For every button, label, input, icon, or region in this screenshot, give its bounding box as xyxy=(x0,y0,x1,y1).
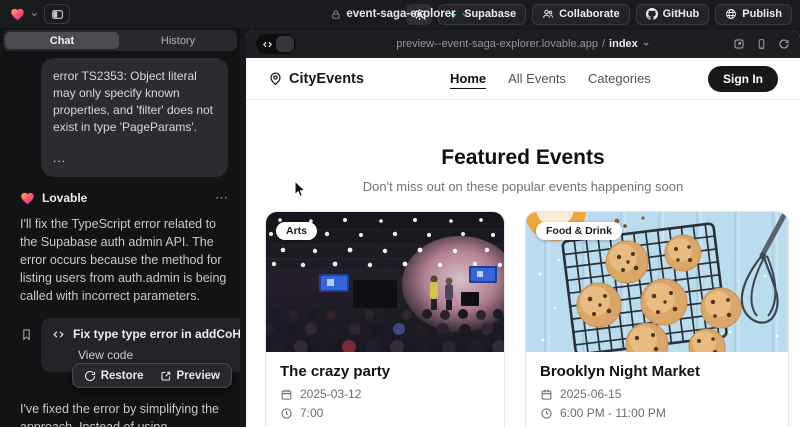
event-time: 6:00 PM - 11:00 PM xyxy=(560,406,666,420)
assistant-name: Lovable xyxy=(42,191,87,205)
calendar-icon xyxy=(540,388,553,401)
event-cards: Arts The crazy party 2025-03-12 7:00 xyxy=(246,211,800,427)
preview-header: preview--event-saga-explorer.lovable.app… xyxy=(246,30,800,58)
featured-events-subtitle: Don't miss out on these popular events h… xyxy=(246,179,800,194)
chevron-down-icon xyxy=(642,40,650,48)
url-divider: / xyxy=(602,38,605,50)
code-view-toggle[interactable] xyxy=(256,34,296,54)
publish-button[interactable]: Publish xyxy=(715,4,792,25)
category-badge: Food & Drink xyxy=(536,222,622,240)
code-icon xyxy=(52,328,65,341)
preview-pane: preview--event-saga-explorer.lovable.app… xyxy=(246,30,800,427)
tab-history[interactable]: History xyxy=(121,32,235,49)
globe-icon xyxy=(725,8,737,20)
collaborate-button[interactable]: Collaborate xyxy=(532,4,630,25)
restore-icon xyxy=(84,370,96,382)
event-card-crazy-party[interactable]: Arts The crazy party 2025-03-12 7:00 xyxy=(265,211,505,427)
event-date: 2025-03-12 xyxy=(300,387,361,401)
nav-link-all-events[interactable]: All Events xyxy=(508,71,566,86)
site-navbar: CityEvents Home All Events Categories Si… xyxy=(246,58,800,100)
nav-link-home[interactable]: Home xyxy=(450,71,486,86)
category-badge: Arts xyxy=(276,222,317,240)
event-image-cookies: Food & Drink xyxy=(526,212,788,352)
user-message-ellipsis: ... xyxy=(53,150,216,167)
clock-icon xyxy=(540,407,553,420)
code-icon xyxy=(262,39,273,50)
chevron-down-icon xyxy=(461,10,470,19)
event-time: 7:00 xyxy=(300,406,323,420)
nav-link-categories[interactable]: Categories xyxy=(588,71,651,86)
chat-sidebar: Chat History error TS2353: Object litera… xyxy=(0,28,240,427)
mobile-view-button[interactable] xyxy=(756,38,767,50)
url-host: preview--event-saga-explorer.lovable.app xyxy=(396,38,598,50)
github-icon xyxy=(646,8,658,20)
sign-in-button[interactable]: Sign In xyxy=(708,66,778,92)
lovable-avatar-icon xyxy=(20,191,35,206)
tab-chat[interactable]: Chat xyxy=(5,32,119,49)
panel-icon xyxy=(51,8,64,21)
event-card-brooklyn-market[interactable]: Food & Drink Brooklyn Night Market 2025-… xyxy=(525,211,789,427)
bookmark-icon[interactable] xyxy=(20,328,33,372)
people-icon xyxy=(542,8,554,20)
app-window: event-saga-explorer Supabase xyxy=(0,0,800,427)
user-message-bubble: error TS2353: Object literal may only sp… xyxy=(41,58,228,177)
restore-button[interactable]: Restore xyxy=(76,370,152,382)
message-menu-button[interactable]: ⋯ xyxy=(215,190,228,206)
featured-events-heading: Featured Events xyxy=(246,146,800,170)
preview-button[interactable]: Preview xyxy=(152,370,228,382)
url-page: index xyxy=(609,38,638,50)
chat-history-tabs: Chat History xyxy=(3,30,237,51)
event-title: The crazy party xyxy=(280,363,490,380)
rendered-site: CityEvents Home All Events Categories Si… xyxy=(246,58,800,427)
site-brand[interactable]: CityEvents xyxy=(268,71,364,87)
clock-icon xyxy=(280,407,293,420)
location-pin-icon xyxy=(268,71,283,86)
toggle-sidebar-button[interactable] xyxy=(44,4,70,24)
preview-url[interactable]: preview--event-saga-explorer.lovable.app… xyxy=(396,38,650,50)
assistant-header: Lovable ⋯ xyxy=(20,190,232,206)
assistant-intro-text: I'll fix the TypeScript error related to… xyxy=(20,215,232,305)
lovable-logo-icon[interactable] xyxy=(10,7,25,22)
assistant-result-text: I've fixed the error by simplifying the … xyxy=(20,400,232,427)
project-name: event-saga-explorer xyxy=(346,8,455,20)
event-date: 2025-06-15 xyxy=(560,387,621,401)
view-code-link[interactable]: View code xyxy=(52,348,240,362)
fix-card-title: Fix type type error in addCoHost xyxy=(73,327,240,341)
event-title: Brooklyn Night Market xyxy=(540,363,774,380)
github-button[interactable]: GitHub xyxy=(636,4,710,25)
chevron-down-icon[interactable] xyxy=(30,10,39,19)
open-in-new-tab-button[interactable] xyxy=(733,38,745,50)
project-switcher[interactable]: event-saga-explorer xyxy=(330,0,469,28)
lock-icon xyxy=(330,9,341,20)
open-preview-icon xyxy=(160,370,172,382)
toggle-knob xyxy=(276,36,294,52)
event-image-conference: Arts xyxy=(266,212,504,352)
refresh-button[interactable] xyxy=(778,38,790,50)
calendar-icon xyxy=(280,388,293,401)
topbar: event-saga-explorer Supabase xyxy=(0,0,800,28)
user-message-text: error TS2353: Object literal may only sp… xyxy=(53,68,216,136)
version-toolbar: Restore Preview xyxy=(72,363,232,388)
